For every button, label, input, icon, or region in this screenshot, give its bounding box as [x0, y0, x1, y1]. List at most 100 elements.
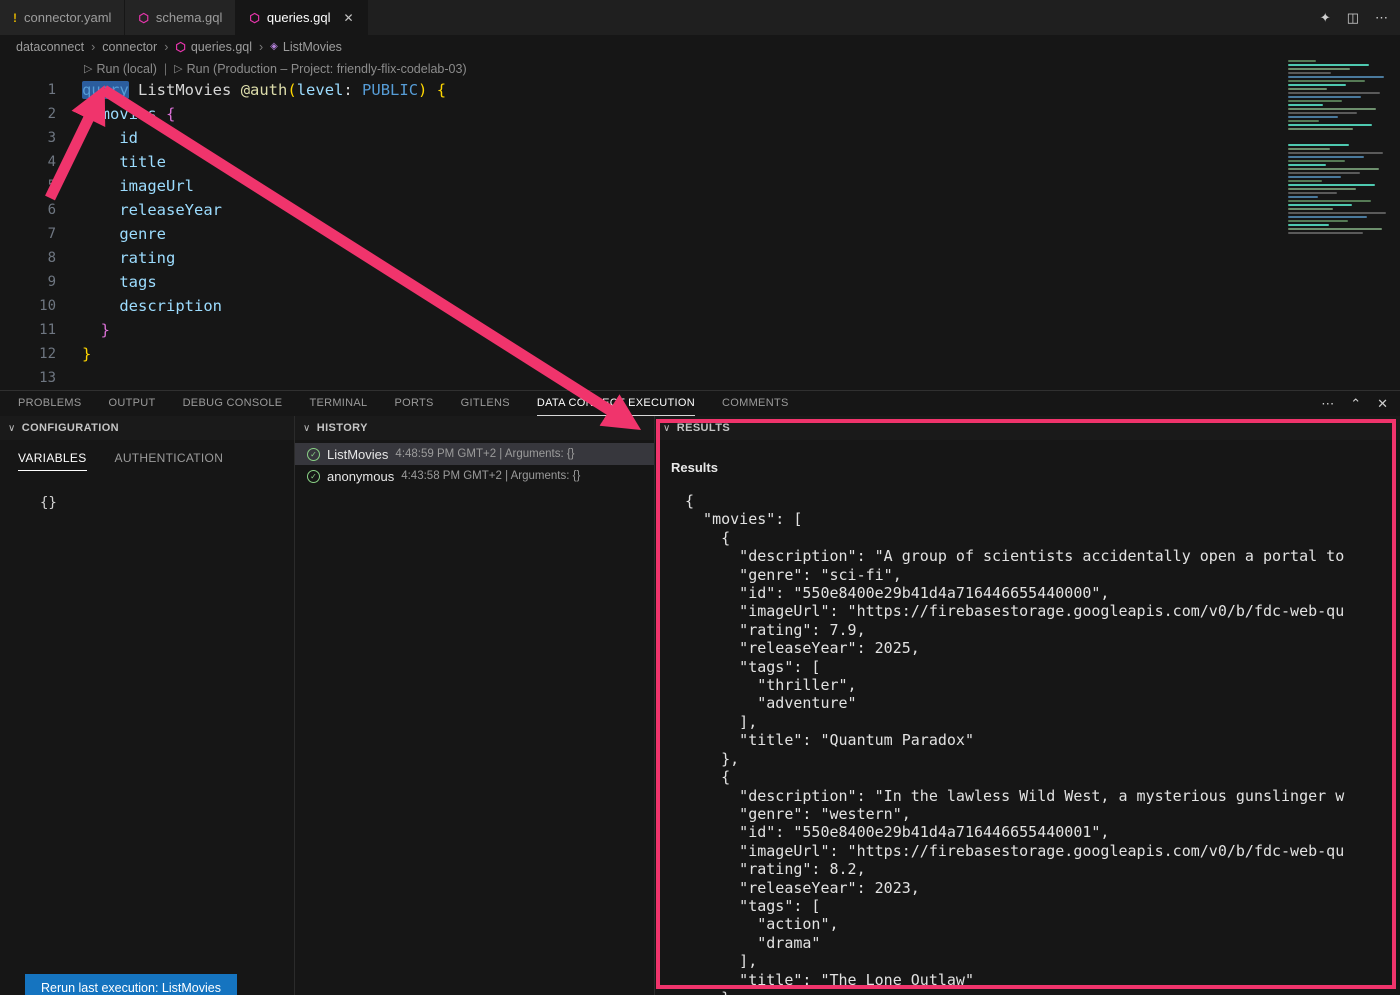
minimap-line	[1288, 220, 1348, 222]
code-token	[157, 105, 166, 123]
minimap-line	[1288, 172, 1360, 174]
config-tab-authentication[interactable]: AUTHENTICATION	[115, 451, 224, 471]
check-circle-icon: ✓	[307, 470, 320, 483]
minimap[interactable]	[1284, 60, 1398, 390]
code-token: query	[82, 81, 129, 99]
results-json-output[interactable]: { "movies": [ { "description": "A group …	[685, 492, 1400, 995]
line-number: 6	[0, 198, 56, 222]
editor-code[interactable]: 1query ListMovies @auth(level: PUBLIC) {…	[0, 78, 1284, 390]
chevron-down-icon: ∨	[663, 423, 671, 434]
minimap-line	[1288, 160, 1345, 162]
code-line: 12}	[0, 342, 1284, 366]
variables-value[interactable]: {}	[0, 471, 294, 511]
code-token: {	[166, 105, 175, 123]
graphql-icon: ⬡	[175, 41, 185, 53]
close-panel-icon[interactable]: ✕	[1377, 396, 1388, 412]
sparkle-icon[interactable]: ✦	[1320, 10, 1331, 26]
config-tab-variables[interactable]: VARIABLES	[18, 451, 87, 471]
codelens-run-link[interactable]: ▷Run (Production – Project: friendly-fli…	[174, 62, 466, 76]
line-number: 1	[0, 78, 56, 102]
panel-tab-terminal[interactable]: TERMINAL	[309, 391, 367, 416]
code-token: ListMovies	[138, 81, 231, 99]
breadcrumb-item[interactable]: ⬡queries.gql	[175, 40, 252, 54]
minimap-line	[1288, 180, 1322, 182]
graphql-icon: ⬡	[138, 12, 148, 24]
breadcrumb-item[interactable]: ◈ListMovies	[270, 40, 342, 54]
code-token	[231, 81, 240, 99]
panel-tab-gitlens[interactable]: GITLENS	[461, 391, 510, 416]
code-text: rating	[82, 246, 175, 270]
tab-connector.yaml[interactable]: !connector.yaml	[0, 0, 125, 35]
minimap-line	[1288, 148, 1330, 150]
minimap-line	[1288, 156, 1364, 158]
tab-schema.gql[interactable]: ⬡ schema.gql	[125, 0, 236, 35]
minimap-line	[1288, 200, 1371, 202]
code-token	[82, 273, 119, 291]
code-token: id	[119, 129, 138, 147]
breadcrumb-item[interactable]: connector	[102, 40, 157, 54]
history-header-label: HISTORY	[317, 422, 368, 434]
panel-tab-data-connect-execution[interactable]: DATA CONNECT EXECUTION	[537, 391, 695, 416]
history-item[interactable]: ✓ anonymous 4:43:58 PM GMT+2 | Arguments: …	[295, 465, 654, 487]
history-item[interactable]: ✓ListMovies4:48:59 PM GMT+2 | Arguments:…	[295, 443, 654, 465]
code-token: title	[119, 153, 166, 171]
panel-tab-debug-console[interactable]: DEBUG CONSOLE	[183, 391, 283, 416]
chevron-down-icon: ∨	[8, 423, 16, 434]
minimap-line	[1288, 140, 1398, 142]
minimap-line	[1288, 60, 1316, 62]
code-token: @auth	[241, 81, 288, 99]
codelens-run-link[interactable]: ▷Run (local)	[84, 62, 157, 76]
panel-tab-ports[interactable]: PORTS	[394, 391, 433, 416]
maximize-panel-icon[interactable]: ⌃	[1350, 396, 1361, 412]
line-number: 4	[0, 150, 56, 174]
panel-tab-comments[interactable]: COMMENTS	[722, 391, 789, 416]
panel-tab-output[interactable]: OUTPUT	[109, 391, 156, 416]
panel-tab-problems[interactable]: PROBLEMS	[18, 391, 82, 416]
tab-label: schema.gql	[156, 10, 222, 25]
play-icon: ▷	[174, 62, 182, 75]
panel-actions: ⋯ ⌃ ✕	[1321, 391, 1388, 416]
history-item-name: ListMovies	[327, 447, 388, 462]
tab-label: queries.gql	[267, 10, 331, 25]
code-token	[82, 201, 119, 219]
chevron-down-icon: ∨	[303, 423, 311, 434]
code-line: 13	[0, 366, 1284, 390]
breadcrumb-item[interactable]: dataconnect	[16, 40, 84, 54]
code-line: 5 imageUrl	[0, 174, 1284, 198]
breadcrumb-separator-icon: ›	[164, 40, 168, 54]
split-editor-icon[interactable]: ◫	[1347, 10, 1359, 26]
minimap-line	[1288, 212, 1386, 214]
minimap-line	[1288, 144, 1349, 146]
editor[interactable]: ▷Run (local)|▷Run (Production – Project:…	[0, 59, 1284, 390]
breadcrumb-separator-icon: ›	[259, 40, 263, 54]
results-title: Results	[671, 460, 1400, 475]
minimap-line	[1288, 232, 1363, 234]
minimap-line	[1288, 196, 1318, 198]
code-token	[82, 177, 119, 195]
minimap-line	[1288, 208, 1333, 210]
more-actions-icon[interactable]: ⋯	[1375, 10, 1388, 26]
line-number: 2	[0, 102, 56, 126]
tab-queries.gql[interactable]: ⬡queries.gql✕	[236, 0, 367, 35]
rerun-last-execution-button[interactable]: Rerun last execution: ListMovies	[25, 974, 237, 995]
code-token	[82, 153, 119, 171]
code-text: movies {	[82, 102, 175, 126]
minimap-line	[1288, 80, 1365, 82]
code-text: }	[82, 318, 110, 342]
panel-columns: ∨ CONFIGURATION VARIABLESAUTHENTICATION …	[0, 416, 1400, 995]
code-token: movies	[101, 105, 157, 123]
symbol-icon: ◈	[270, 42, 278, 52]
history-item-meta: 4:43:58 PM GMT+2 | Arguments: {}	[401, 470, 580, 482]
minimap-line	[1288, 116, 1338, 118]
history-item-name: anonymous	[327, 469, 394, 484]
code-text: releaseYear	[82, 198, 222, 222]
history-header[interactable]: ∨ HISTORY	[295, 416, 654, 440]
warning-icon: !	[13, 12, 17, 24]
configuration-header[interactable]: ∨ CONFIGURATION	[0, 416, 294, 440]
minimap-line	[1288, 92, 1380, 94]
results-header-label: RESULTS	[677, 422, 730, 434]
minimap-line	[1288, 104, 1323, 106]
results-header[interactable]: ∨ RESULTS	[655, 416, 1400, 440]
more-actions-icon[interactable]: ⋯	[1321, 396, 1334, 412]
close-icon[interactable]: ✕	[344, 11, 354, 25]
